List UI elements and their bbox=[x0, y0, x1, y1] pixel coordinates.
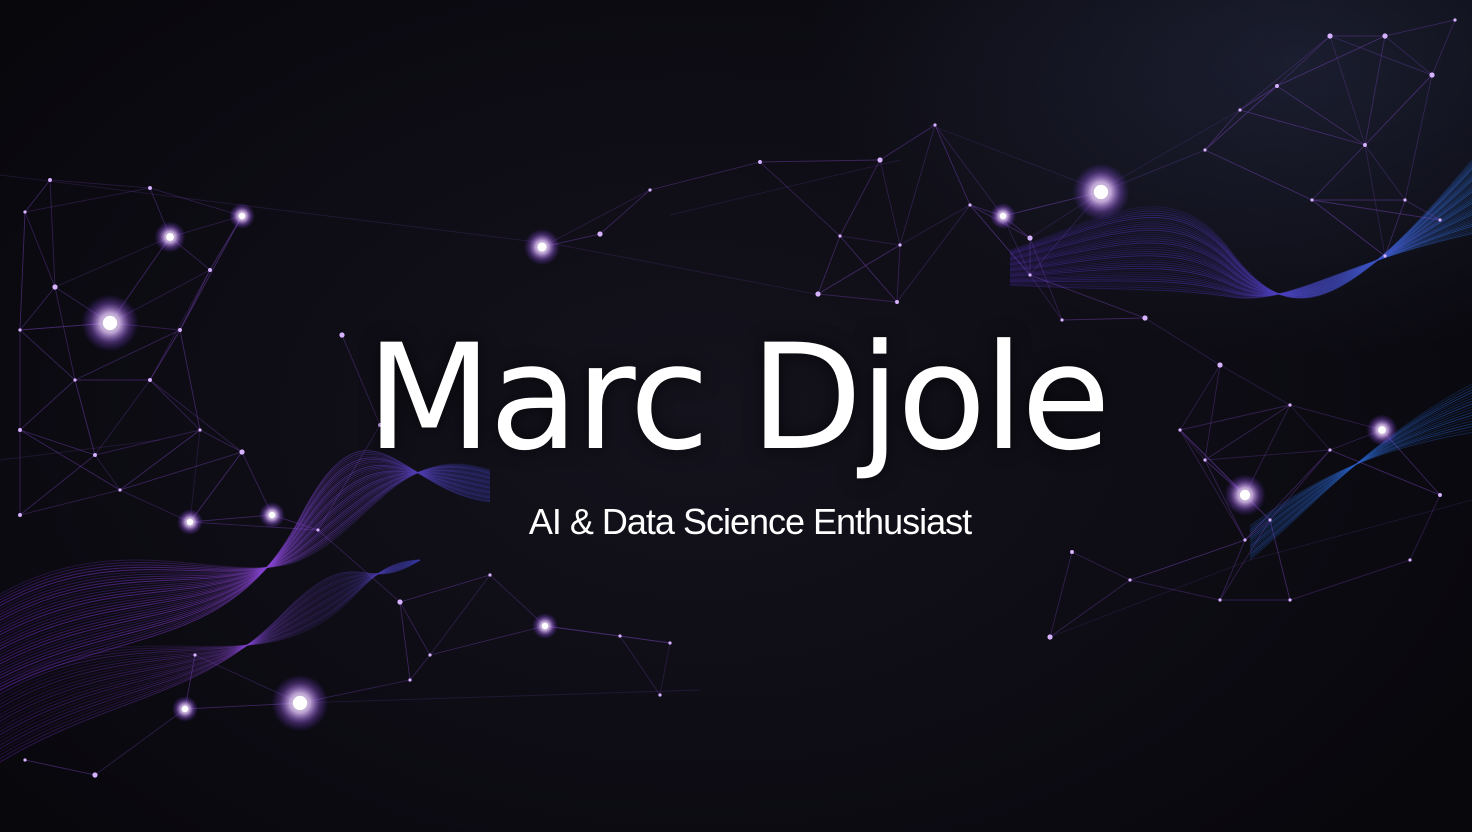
hero-name: Marc Djole bbox=[352, 318, 1122, 478]
hero-banner: Marc Djole AI & Data Science Enthusiast bbox=[0, 0, 1472, 832]
wave-left bbox=[0, 451, 490, 768]
hero-tagline: AI & Data Science Enthusiast bbox=[500, 500, 1000, 544]
